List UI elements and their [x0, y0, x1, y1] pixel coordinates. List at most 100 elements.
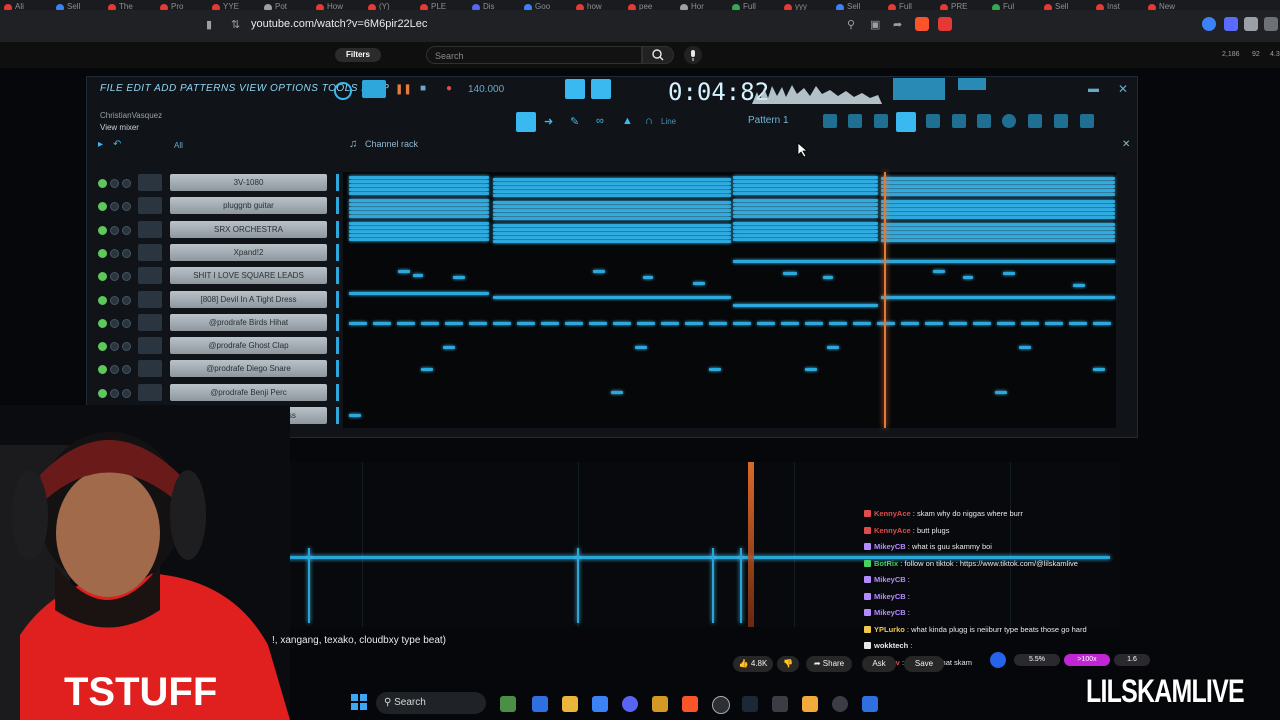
- app-icon[interactable]: [862, 696, 878, 712]
- browser-tab[interactable]: pee: [624, 2, 670, 10]
- note-block: [493, 232, 731, 235]
- note-block: [881, 208, 1115, 211]
- note-block: [611, 391, 623, 394]
- note-block: [997, 322, 1015, 325]
- browser-tab[interactable]: PLE: [416, 2, 462, 10]
- channel-led: [98, 318, 107, 328]
- browser-tab[interactable]: YYE: [208, 2, 254, 10]
- filters-button[interactable]: Filters: [335, 48, 381, 62]
- discord-icon[interactable]: [622, 696, 638, 712]
- obs-icon[interactable]: [712, 696, 730, 714]
- browser-tab[interactable]: Pro: [156, 2, 202, 10]
- browser-tab[interactable]: Hor: [676, 2, 722, 10]
- fl-tempo: 140.000: [468, 84, 505, 95]
- filters-label: Filters: [345, 50, 370, 59]
- browser-tab[interactable]: Pot: [260, 2, 306, 10]
- search-input[interactable]: Search: [426, 46, 642, 64]
- note-block: [881, 212, 1115, 215]
- search-icon: ⚲: [384, 697, 392, 708]
- store-icon[interactable]: [592, 696, 608, 712]
- note-block: [398, 270, 410, 273]
- browser-tab[interactable]: Full: [884, 2, 930, 10]
- browser-tab[interactable]: Ful: [988, 2, 1034, 10]
- browser-tab[interactable]: Sell: [832, 2, 878, 10]
- channel-led: [122, 225, 131, 235]
- browser-tab[interactable]: PRE: [936, 2, 982, 10]
- bookmark-icon[interactable]: ▮: [206, 18, 212, 31]
- chat-text: :: [905, 608, 910, 617]
- ask-button[interactable]: Ask: [862, 656, 896, 672]
- tab-title: YYE: [223, 2, 240, 10]
- note-block: [421, 322, 439, 325]
- browser-tab[interactable]: Sell: [52, 2, 98, 10]
- channel-led: [98, 179, 107, 188]
- channel-volume: [138, 360, 162, 378]
- arrow-icon: ➜: [544, 116, 554, 128]
- channel-name-button: [808] Devil In A Tight Dress: [170, 290, 327, 308]
- brave-shields-icon[interactable]: [915, 17, 929, 31]
- like-button[interactable]: 👍 4.8K: [733, 656, 773, 672]
- wallet-icon[interactable]: [1224, 17, 1238, 31]
- note-block: [613, 322, 631, 325]
- save-button[interactable]: Save: [904, 656, 944, 672]
- profile-icon[interactable]: [1264, 17, 1278, 31]
- extensions-puzzle-icon[interactable]: [1244, 17, 1258, 31]
- channel-name-button: 3V-1080: [170, 174, 327, 191]
- fl-toolbar-button: [591, 79, 611, 99]
- fl-studio-icon[interactable]: [802, 696, 818, 712]
- voice-search-button[interactable]: [684, 46, 702, 64]
- install-app-icon[interactable]: ▣: [870, 18, 880, 31]
- tab-title: Ful: [1003, 2, 1015, 10]
- browser-tab[interactable]: yyy: [780, 2, 826, 10]
- app-icon[interactable]: [652, 696, 668, 712]
- note-block: [733, 184, 878, 187]
- channel-led: [122, 388, 131, 398]
- note-block: [349, 176, 489, 179]
- brave-icon[interactable]: [682, 696, 698, 712]
- note-block: [443, 346, 455, 349]
- note-block: [733, 180, 878, 183]
- fl-waveform: [752, 85, 882, 104]
- browser-tab[interactable]: Sell: [1040, 2, 1086, 10]
- note-block: [661, 322, 679, 325]
- search-button[interactable]: [642, 46, 674, 64]
- note-block: [349, 292, 489, 295]
- tab-title: Pot: [275, 2, 288, 10]
- browser-tab[interactable]: Dis: [468, 2, 514, 10]
- youtube-header: Filters Search 2,186 92 4.3: [0, 42, 1280, 68]
- channel-led: [98, 388, 107, 398]
- browser-tab[interactable]: The: [104, 2, 150, 10]
- browser-tab[interactable]: Full: [728, 2, 774, 10]
- share-page-icon[interactable]: ➦: [893, 18, 902, 31]
- browser-tab[interactable]: How: [312, 2, 358, 10]
- dislike-button[interactable]: 👎: [777, 656, 799, 672]
- extension-icon[interactable]: [1202, 17, 1216, 31]
- note-block: [541, 322, 559, 325]
- taskbar-search[interactable]: ⚲ Search: [376, 692, 486, 714]
- browser-tab[interactable]: Goo: [520, 2, 566, 10]
- browser-tab[interactable]: (Y): [364, 2, 410, 10]
- note-block: [349, 322, 367, 325]
- note-block: [933, 270, 945, 273]
- file-explorer-icon[interactable]: [562, 696, 578, 712]
- rewards-icon[interactable]: [938, 17, 952, 31]
- windows-start-icon[interactable]: [351, 694, 367, 710]
- live-chat: KennyAce : skam why do niggas where burr…: [864, 500, 1136, 670]
- chat-username: KennyAce: [874, 525, 911, 535]
- site-settings-icon[interactable]: ⇅: [231, 18, 240, 31]
- browser-tab[interactable]: how: [572, 2, 618, 10]
- browser-tab[interactable]: Ali: [0, 2, 46, 10]
- app-icon[interactable]: [832, 696, 848, 712]
- fl-tool-button: [1002, 114, 1016, 128]
- app-icon[interactable]: [772, 696, 788, 712]
- taskbar-app-icon[interactable]: [500, 696, 516, 712]
- url-text[interactable]: youtube.com/watch?v=6M6pir22Lec: [251, 18, 427, 30]
- steam-icon[interactable]: [742, 696, 758, 712]
- copilot-icon[interactable]: [532, 696, 548, 712]
- browser-tab[interactable]: New: [1144, 2, 1190, 10]
- channel-name-button: SHIT I LOVE SQUARE LEADS: [170, 267, 327, 285]
- note-block: [349, 234, 489, 237]
- zoom-icon[interactable]: ⚲: [847, 18, 855, 31]
- share-button[interactable]: ➦ Share: [806, 656, 852, 672]
- browser-tab[interactable]: Inst: [1092, 2, 1138, 10]
